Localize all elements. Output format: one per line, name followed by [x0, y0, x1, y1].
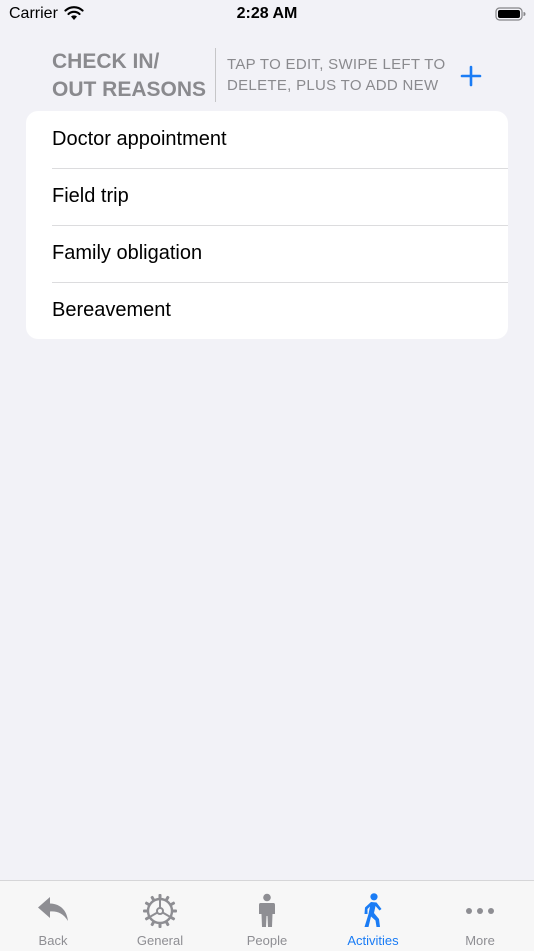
tab-label: General: [136, 933, 184, 948]
tab-label: More: [465, 933, 495, 948]
tab-people[interactable]: People: [214, 881, 320, 951]
hint-text: TAP TO EDIT, SWIPE LEFT TO DELETE, PLUS …: [227, 56, 446, 94]
list-item-label: Field trip: [52, 185, 129, 207]
back-arrow-icon: [38, 897, 68, 921]
add-reason-button[interactable]: [457, 62, 485, 90]
list-item[interactable]: Field trip: [26, 168, 508, 225]
tab-back[interactable]: Back: [0, 881, 106, 951]
list-item[interactable]: Family obligation: [26, 225, 508, 282]
status-bar: Carrier 2:28 AM: [0, 0, 534, 28]
header-divider: [215, 48, 216, 102]
tab-general[interactable]: General: [107, 881, 213, 951]
section-title: CHECK IN/ OUT REASONS: [52, 50, 207, 101]
tab-bar: Back General People Activities More: [0, 880, 534, 951]
reasons-list: Doctor appointment Field trip Family obl…: [26, 111, 508, 339]
plus-icon: [460, 65, 482, 87]
list-item-label: Doctor appointment: [52, 128, 227, 150]
list-item-label: Family obligation: [52, 242, 203, 264]
tab-label: Activities: [347, 933, 399, 948]
more-icon: [466, 908, 494, 914]
clock: 2:28 AM: [236, 5, 298, 22]
gear-icon: [143, 894, 177, 928]
tab-label: Back: [38, 933, 68, 948]
list-item[interactable]: Bereavement: [26, 282, 508, 339]
list-item[interactable]: Doctor appointment: [26, 111, 508, 168]
person-icon: [259, 893, 275, 927]
list-item-label: Bereavement: [52, 299, 171, 321]
tab-activities[interactable]: Activities: [320, 881, 426, 951]
tab-more[interactable]: More: [427, 881, 533, 951]
battery-icon: [495, 7, 526, 21]
section-header: CHECK IN/ OUT REASONS TAP TO EDIT, SWIPE…: [0, 44, 534, 106]
walking-icon: [364, 893, 382, 927]
tab-label: People: [246, 933, 288, 948]
